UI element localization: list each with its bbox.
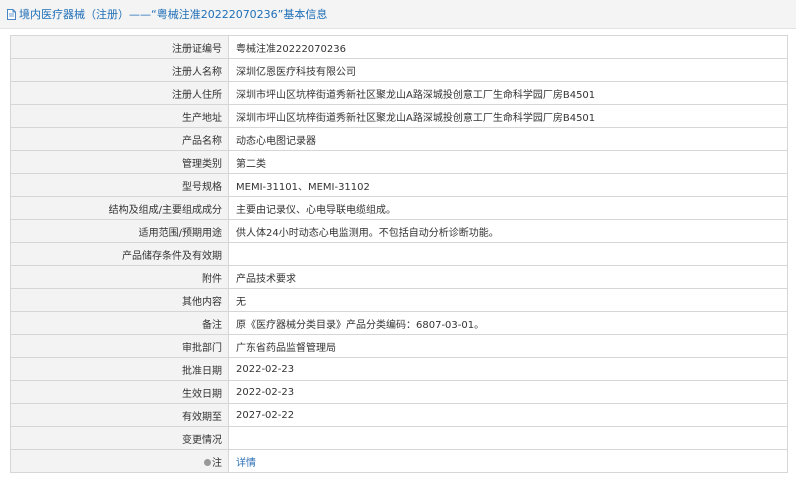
field-label: 备注 <box>10 311 229 335</box>
table-row: 批准日期 2022-02-23 <box>10 357 788 381</box>
details-link[interactable]: 详情 <box>236 458 256 469</box>
field-label: 适用范围/预期用途 <box>10 219 229 243</box>
field-value: 深圳市坪山区坑梓街道秀新社区聚龙山A路深城投创意工厂生命科学园厂房B4501 <box>228 81 788 105</box>
field-value: 2027-02-22 <box>228 403 788 427</box>
field-value: 供人体24小时动态心电监测用。不包括自动分析诊断功能。 <box>228 219 788 243</box>
field-value: 产品技术要求 <box>228 265 788 289</box>
table-row: 结构及组成/主要组成成分 主要由记录仪、心电导联电缆组成。 <box>10 196 788 220</box>
field-label: 结构及组成/主要组成成分 <box>10 196 229 220</box>
field-value: 动态心电图记录器 <box>228 127 788 151</box>
table-row: 注册人住所 深圳市坪山区坑梓街道秀新社区聚龙山A路深城投创意工厂生命科学园厂房B4… <box>10 81 788 105</box>
table-row: 注册证编号 粤械注准20222070236 <box>10 35 788 59</box>
field-label: 生效日期 <box>10 380 229 404</box>
field-value: 深圳亿恩医疗科技有限公司 <box>228 58 788 82</box>
field-label: 管理类别 <box>10 150 229 174</box>
table-row: 其他内容无 <box>10 288 788 312</box>
field-value: 粤械注准20222070236 <box>228 35 788 59</box>
note-row: 注 详情 <box>10 449 788 473</box>
page-title: 境内医疗器械（注册）——“粤械注准20222070236”基本信息 <box>19 8 328 21</box>
note-icon <box>204 459 211 466</box>
field-label: 注册证编号 <box>10 35 229 59</box>
table-row: 生产地址 深圳市坪山区坑梓街道秀新社区聚龙山A路深城投创意工厂生命科学园厂房B45… <box>10 104 788 128</box>
field-value <box>228 242 788 266</box>
field-label: 产品名称 <box>10 127 229 151</box>
field-label: 附件 <box>10 265 229 289</box>
table-row: 产品名称 动态心电图记录器 <box>10 127 788 151</box>
field-label: 产品储存条件及有效期 <box>10 242 229 266</box>
table-row: 生效日期 2022-02-23 <box>10 380 788 404</box>
field-label: 变更情况 <box>10 426 229 450</box>
field-label: 型号规格 <box>10 173 229 197</box>
field-value <box>228 426 788 450</box>
table-row: 有效期至 2027-02-22 <box>10 403 788 427</box>
table-row: 变更情况 <box>10 426 788 450</box>
page-header: 境内医疗器械（注册）——“粤械注准20222070236”基本信息 <box>0 0 796 29</box>
field-label: 生产地址 <box>10 104 229 128</box>
info-table: 注册证编号 粤械注准20222070236 注册人名称 深圳亿恩医疗科技有限公司 注册人… <box>10 35 788 473</box>
info-table-body: 注册证编号 粤械注准20222070236 注册人名称 深圳亿恩医疗科技有限公司 注册人… <box>10 35 788 473</box>
field-label: 批准日期 <box>10 357 229 381</box>
table-row: 附件 产品技术要求 <box>10 265 788 289</box>
field-value: 广东省药品监督管理局 <box>228 334 788 358</box>
field-value: 原《医疗器械分类目录》产品分类编码：6807-03-01。 <box>228 311 788 335</box>
table-row: 注册人名称 深圳亿恩医疗科技有限公司 <box>10 58 788 82</box>
field-label: 审批部门 <box>10 334 229 358</box>
field-label: 其他内容 <box>10 288 229 312</box>
field-value: 深圳市坪山区坑梓街道秀新社区聚龙山A路深城投创意工厂生命科学园厂房B4501 <box>228 104 788 128</box>
table-row: 管理类别 第二类 <box>10 150 788 174</box>
field-value: 主要由记录仪、心电导联电缆组成。 <box>228 196 788 220</box>
note-label: 注 <box>212 457 222 469</box>
note-value-cell: 详情 <box>228 449 788 473</box>
document-icon <box>7 8 16 20</box>
field-label: 注册人名称 <box>10 58 229 82</box>
table-row: 型号规格 MEMI-31101、MEMI-31102 <box>10 173 788 197</box>
field-value: 2022-02-23 <box>228 357 788 381</box>
field-value: 无 <box>228 288 788 312</box>
field-label: 注册人住所 <box>10 81 229 105</box>
field-value: 第二类 <box>228 150 788 174</box>
field-value: MEMI-31101、MEMI-31102 <box>228 173 788 197</box>
note-label-cell: 注 <box>10 449 229 473</box>
field-label: 有效期至 <box>10 403 229 427</box>
table-row: 产品储存条件及有效期 <box>10 242 788 266</box>
table-row: 适用范围/预期用途 供人体24小时动态心电监测用。不包括自动分析诊断功能。 <box>10 219 788 243</box>
table-row: 备注 原《医疗器械分类目录》产品分类编码：6807-03-01。 <box>10 311 788 335</box>
field-value: 2022-02-23 <box>228 380 788 404</box>
table-row: 审批部门 广东省药品监督管理局 <box>10 334 788 358</box>
info-table-container: 注册证编号 粤械注准20222070236 注册人名称 深圳亿恩医疗科技有限公司 注册人… <box>10 35 788 473</box>
